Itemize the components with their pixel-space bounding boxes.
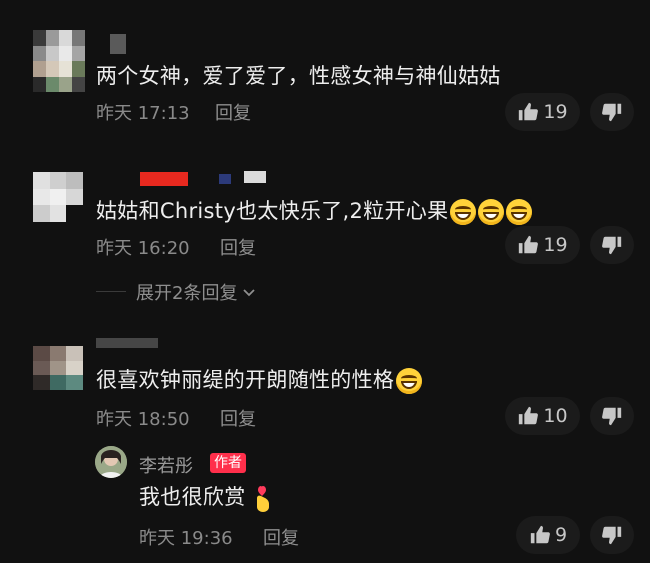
grinning-emoji-icon [396, 368, 423, 394]
thumbs-up-icon [530, 525, 550, 544]
username-masked[interactable] [244, 171, 266, 183]
like-button[interactable]: 10 [505, 397, 580, 435]
reply-time: 昨天 19:36 [139, 528, 233, 549]
like-count: 10 [543, 405, 568, 427]
thumbs-down-icon [602, 407, 622, 426]
like-count: 19 [543, 234, 568, 256]
username-masked[interactable] [110, 34, 126, 54]
thumbs-down-icon [602, 103, 622, 122]
grinning-emoji-icon [450, 199, 477, 225]
reply-text: 我也很欣赏 [139, 481, 276, 512]
comment-text: 姑姑和Christy也太快乐了,2粒开心果 [96, 195, 533, 225]
avatar[interactable] [33, 30, 85, 92]
comment-time: 昨天 17:13 [96, 103, 190, 124]
avatar-portrait [95, 446, 127, 478]
comment-time: 昨天 18:50 [96, 409, 190, 430]
grinning-emoji-icon [506, 199, 533, 225]
comment-text: 两个女神，爱了爱了，性感女神与神仙姑姑 [96, 64, 501, 88]
thumbs-up-icon [519, 235, 539, 254]
finger-heart-emoji-icon [257, 486, 270, 512]
author-avatar[interactable] [95, 446, 127, 478]
reply-button[interactable]: 回复 [220, 234, 256, 260]
grinning-emoji-icon [478, 199, 505, 225]
thumbs-down-icon [602, 236, 622, 255]
username-masked[interactable] [219, 174, 231, 184]
expand-replies-button[interactable]: 展开2条回复 [136, 279, 257, 305]
comment-time: 昨天 16:20 [96, 238, 190, 259]
dislike-button[interactable] [590, 226, 634, 264]
expand-replies-label: 展开2条回复 [136, 283, 238, 304]
chevron-down-icon [243, 289, 256, 297]
thumbs-up-icon [519, 102, 539, 121]
comment-text-content: 姑姑和Christy也太快乐了,2粒开心果 [96, 199, 449, 223]
avatar[interactable] [33, 346, 83, 390]
reply-text-content: 我也很欣赏 [139, 485, 246, 509]
like-count: 9 [554, 524, 568, 546]
reply-button[interactable]: 回复 [220, 405, 256, 431]
author-badge: 作者 [210, 453, 246, 473]
like-button[interactable]: 19 [505, 93, 580, 131]
avatar[interactable] [33, 172, 83, 222]
thumbs-down-icon [602, 526, 622, 545]
reply-button[interactable]: 回复 [263, 524, 299, 550]
reply-username[interactable]: 李若彤 [139, 452, 193, 478]
username-masked[interactable] [96, 338, 158, 348]
comment-text-content: 很喜欢钟丽缇的开朗随性的性格 [96, 368, 395, 392]
dislike-button[interactable] [590, 93, 634, 131]
username-masked[interactable] [140, 172, 188, 186]
dislike-button[interactable] [590, 516, 634, 554]
like-button[interactable]: 9 [516, 516, 580, 554]
like-count: 19 [543, 101, 568, 123]
like-button[interactable]: 19 [505, 226, 580, 264]
thumbs-up-icon [519, 406, 539, 425]
dislike-button[interactable] [590, 397, 634, 435]
divider [96, 291, 126, 292]
reply-button[interactable]: 回复 [215, 99, 251, 125]
comment-text: 很喜欢钟丽缇的开朗随性的性格 [96, 364, 423, 394]
